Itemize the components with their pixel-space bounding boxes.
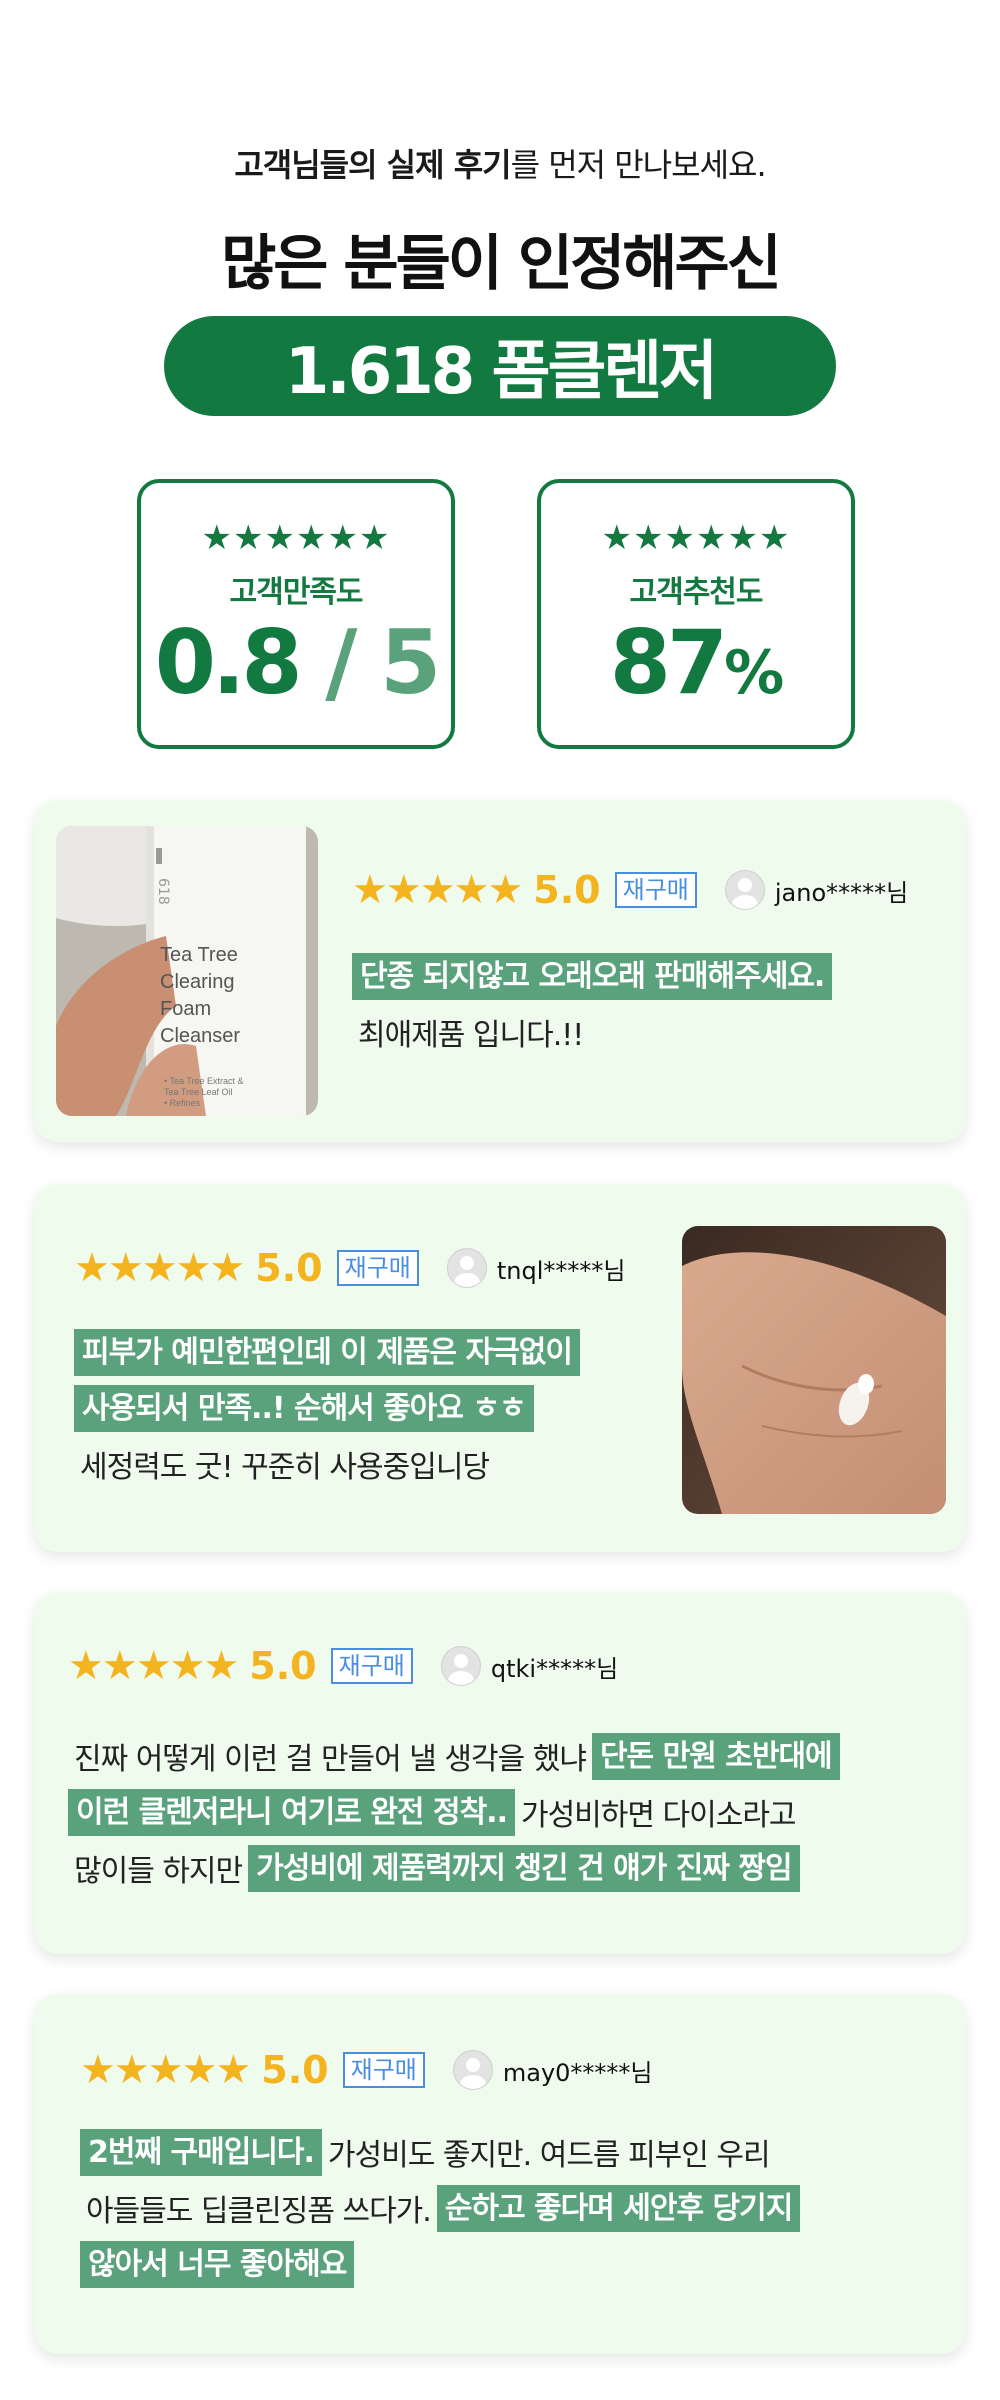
review-text: 단종 되지않고 오래오래 판매해주세요. 최애제품 입니다.!! [352, 948, 833, 1060]
highlight-text: 피부가 예민한편인데 이 제품은 자극없이 [74, 1328, 580, 1376]
recommendation-stars: ★★★★★★ [601, 518, 791, 558]
recommendation-box: ★★★★★★ 고객추천도 87% [537, 479, 855, 749]
plain-text: 진짜 어떻게 이런 걸 만들어 낼 생각을 했냐 [74, 1742, 587, 1777]
satisfaction-label: 고객만족도 [229, 575, 364, 610]
review-card: ★★★★★ 5.0 재구매 tnql*****님 피부가 예민한편인데 이 제품… [34, 1184, 966, 1552]
product-pill: 1.618 폼클렌저 [164, 316, 836, 416]
plain-text: 아들들도 딥클린징폼 쓰다가. [86, 2194, 432, 2229]
rating-value: 5.0 [533, 868, 601, 912]
review-meta: ★★★★★ 5.0 재구매 jano*****님 [352, 866, 908, 914]
satisfaction-value: 0.8 / 5 [154, 611, 442, 714]
highlight-text: 단돈 만원 초반대에 [591, 1732, 840, 1780]
review-meta: ★★★★★ 5.0 재구매 tnql*****님 [74, 1244, 625, 1292]
rating-stars: ★★★★★ [80, 2047, 251, 2093]
intro-rest: 를 먼저 만나보세요. [510, 146, 767, 184]
product-small-text: • Tea Tree Extract & Tea Tree Leaf Oil •… [164, 1076, 244, 1108]
svg-text:618: 618 [155, 878, 171, 905]
avatar-icon [440, 1646, 481, 1686]
plain-text: 최애제품 입니다.!! [358, 1018, 584, 1053]
review-card: 618 Tea Tree Clearing Foam Cleanser • Te… [34, 800, 966, 1142]
rating-value: 5.0 [261, 2048, 329, 2092]
review-meta: ★★★★★ 5.0 재구매 may0*****님 [80, 2046, 653, 2094]
review-text: 진짜 어떻게 이런 걸 만들어 낼 생각을 했냐 단돈 만원 초반대에 이런 클렌… [68, 1728, 840, 1896]
recommendation-label: 고객추천도 [629, 575, 764, 610]
rating-stars: ★★★★★ [74, 1245, 245, 1291]
username: qtki*****님 [490, 1654, 619, 1683]
highlight-text: 순하고 좋다며 세안후 당기지 [436, 2184, 801, 2232]
review-photo-hand [682, 1226, 946, 1514]
username: may0*****님 [502, 2058, 653, 2087]
highlight-text: 사용되서 만족..! 순해서 좋아요 ㅎㅎ [74, 1384, 534, 1432]
satisfaction-stars: ★★★★★★ [201, 518, 391, 558]
hand-texture-image [682, 1226, 946, 1514]
intro-emphasis: 고객님들의 실제 후기 [234, 146, 511, 184]
review-photo-product: 618 Tea Tree Clearing Foam Cleanser • Te… [56, 826, 318, 1116]
rating-stars: ★★★★★ [68, 1643, 239, 1689]
repurchase-badge: 재구매 [614, 871, 697, 909]
highlight-text: 이런 클렌저라니 여기로 완전 정착.. [68, 1788, 515, 1836]
highlight-text: 않아서 너무 좋아해요 [80, 2240, 355, 2288]
review-text: 2번째 구매입니다. 가성비도 좋지만. 여드름 피부인 우리 아들들도 딥클린징… [80, 2124, 801, 2292]
rating-value: 5.0 [255, 1246, 323, 1290]
product-label: Tea Tree Clearing Foam Cleanser [160, 944, 241, 1047]
intro-text: 고객님들의 실제 후기를 먼저 만나보세요. [0, 140, 1000, 186]
avatar-icon [724, 870, 765, 910]
plain-text: 세정력도 굿! 꾸준히 사용중입니당 [80, 1450, 490, 1485]
highlight-text: 단종 되지않고 오래오래 판매해주세요. [352, 952, 833, 1000]
rating-stars: ★★★★★ [352, 867, 523, 913]
review-text: 피부가 예민한편인데 이 제품은 자극없이 사용되서 만족..! 순해서 좋아요… [74, 1324, 580, 1492]
recommendation-value: 87% [609, 611, 785, 714]
plain-text: 많이들 하지만 [74, 1854, 243, 1889]
satisfaction-box: ★★★★★★ 고객만족도 0.8 / 5 [137, 479, 455, 749]
avatar-icon [446, 1248, 487, 1288]
username: jano*****님 [774, 878, 909, 907]
highlight-text: 2번째 구매입니다. [80, 2128, 322, 2176]
username: tnql*****님 [496, 1256, 626, 1285]
repurchase-badge: 재구매 [330, 1647, 413, 1685]
review-card: ★★★★★ 5.0 재구매 qtki*****님 진짜 어떻게 이런 걸 만들어… [34, 1592, 966, 1954]
rating-value: 5.0 [249, 1644, 317, 1688]
headline: 많은 분들이 인정해주신 [221, 229, 782, 299]
repurchase-badge: 재구매 [342, 2051, 425, 2089]
review-card: ★★★★★ 5.0 재구매 may0*****님 2번째 구매입니다. 가성비도 … [34, 1994, 966, 2354]
plain-text: 가성비도 좋지만. 여드름 피부인 우리 [327, 2138, 771, 2173]
avatar-icon [452, 2050, 493, 2090]
plain-text: 가성비하면 다이소라고 [520, 1798, 797, 1833]
review-meta: ★★★★★ 5.0 재구매 qtki*****님 [68, 1642, 618, 1690]
repurchase-badge: 재구매 [336, 1249, 419, 1287]
highlight-text: 가성비에 제품력까지 챙긴 건 얘가 진짜 짱임 [248, 1844, 800, 1892]
